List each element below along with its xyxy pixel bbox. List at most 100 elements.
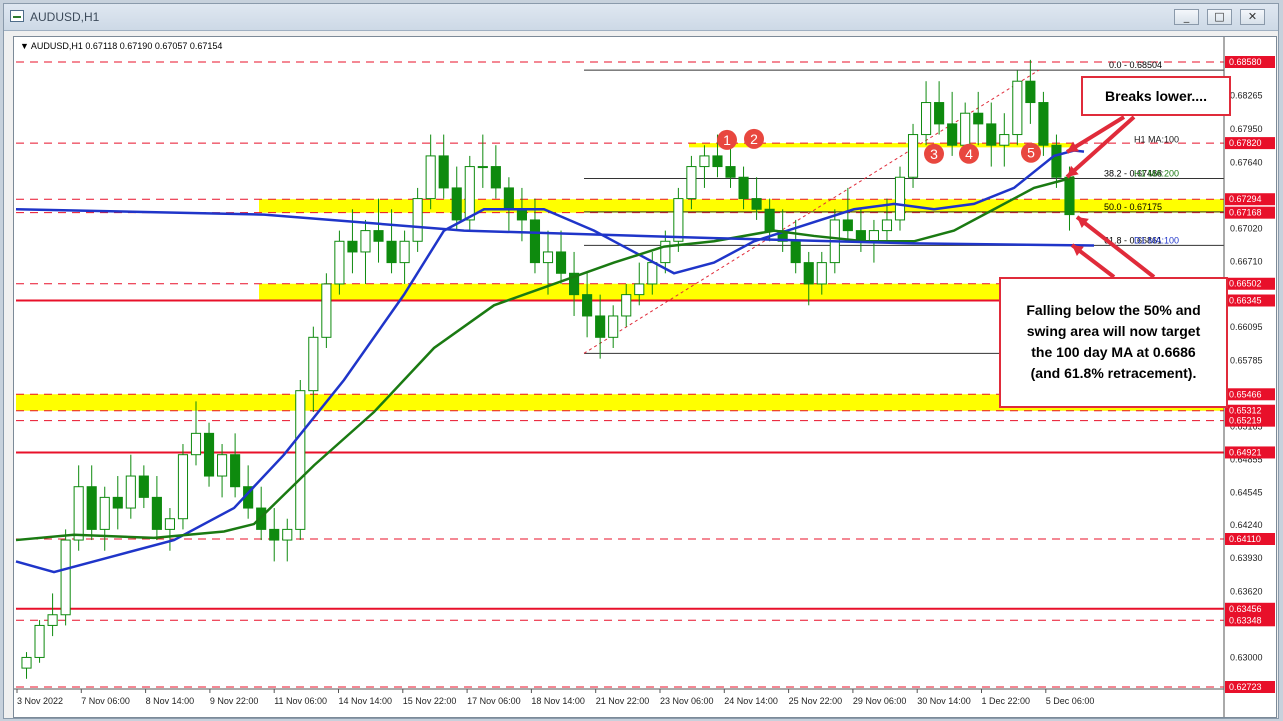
price-label-text: 0.62723 <box>1229 682 1262 692</box>
candle-body <box>738 176 749 200</box>
price-axis-tick: 0.64545 <box>1230 488 1263 498</box>
price-label-text: 0.67820 <box>1229 138 1262 148</box>
candle-body <box>503 187 514 210</box>
candle-body <box>203 432 215 477</box>
time-axis-label: 29 Nov 06:00 <box>853 696 907 706</box>
chart-area[interactable]: 0.0 - 0.68504 38.2 - 0.67488 50.0 - 0.6717… <box>13 36 1277 718</box>
candle-body <box>647 262 658 285</box>
candle-body <box>921 102 932 136</box>
candle-body <box>73 486 84 541</box>
price-axis-tick: 0.63620 <box>1230 586 1263 596</box>
time-axis-label: 15 Nov 22:00 <box>403 696 457 706</box>
candle-body <box>947 123 958 146</box>
candle-body <box>399 240 410 264</box>
maximize-button[interactable]: □ <box>1207 9 1232 25</box>
window-titlebar[interactable]: AUDUSD,H1 _ □ ✕ <box>4 4 1278 31</box>
candle-body <box>451 187 462 221</box>
callout-target: Falling below the 50% and swing area wil… <box>999 277 1228 408</box>
symbol-info: ▼ AUDUSD,H1 0.67118 0.67190 0.67057 0.67… <box>20 41 222 51</box>
price-label-text: 0.68580 <box>1229 57 1262 67</box>
candle-body <box>138 475 149 498</box>
price-label-text: 0.63456 <box>1229 604 1262 614</box>
minimize-button[interactable]: _ <box>1174 9 1199 25</box>
price-axis-tick: 0.66095 <box>1230 322 1263 332</box>
candle-body <box>1012 80 1023 136</box>
candle-body <box>1025 80 1036 104</box>
price-label-text: 0.66502 <box>1229 279 1262 289</box>
candle-body <box>112 496 123 509</box>
price-axis-tick: 0.66710 <box>1230 257 1263 267</box>
price-axis-tick: 0.68265 <box>1230 91 1263 101</box>
candle-body <box>803 262 814 285</box>
candle-body <box>477 166 488 169</box>
time-axis-label: 21 Nov 22:00 <box>596 696 650 706</box>
price-axis-tick: 0.67950 <box>1230 124 1263 134</box>
candle-body <box>751 198 762 210</box>
time-axis-label: 11 Nov 06:00 <box>274 696 327 706</box>
window-title: AUDUSD,H1 <box>30 10 100 24</box>
candle-body <box>464 166 475 221</box>
candle-body <box>608 315 619 338</box>
candle-body <box>907 134 919 178</box>
chart-window: AUDUSD,H1 _ □ ✕ 0.0 - 0.68504 38.2 - 0.67… <box>3 3 1279 719</box>
callout-line-2: swing area will now target <box>1026 323 1201 339</box>
candle-body <box>47 614 58 626</box>
candle-body <box>1051 144 1062 178</box>
price-label-text: 0.64110 <box>1229 534 1261 544</box>
time-axis-label: 23 Nov 06:00 <box>660 696 714 706</box>
time-axis-label: 24 Nov 14:00 <box>724 696 778 706</box>
callout-breaks-lower: Breaks lower.... <box>1081 76 1231 116</box>
candle-body <box>725 166 736 178</box>
price-axis-tick: 0.64240 <box>1230 520 1263 530</box>
candle-body <box>282 528 293 541</box>
candle-body <box>516 208 527 221</box>
marker-4-label: 4 <box>965 146 973 162</box>
price-label-text: 0.67294 <box>1229 194 1262 204</box>
candle-body <box>334 240 345 285</box>
ma-label: H1 MA:100 <box>1134 135 1179 145</box>
price-label-text: 0.67168 <box>1229 208 1262 218</box>
candle-body <box>269 528 280 541</box>
candle-body <box>438 155 449 189</box>
time-axis-label: 8 Nov 14:00 <box>146 696 195 706</box>
time-axis-label: 14 Nov 14:00 <box>339 696 393 706</box>
time-axis-label: 17 Nov 06:00 <box>467 696 521 706</box>
candle-body <box>934 102 945 125</box>
candle-body <box>542 251 554 264</box>
callout-line-1: Falling below the 50% and <box>1026 302 1201 318</box>
price-label-text: 0.65219 <box>1229 416 1262 426</box>
ma-label: H1 MA:200 <box>1134 169 1179 179</box>
candle-body <box>373 230 384 242</box>
candle-body <box>699 155 710 168</box>
candle-body <box>490 166 501 189</box>
candle-body <box>555 251 567 274</box>
callout-line-4: (and 61.8% retracement). <box>1030 365 1197 381</box>
close-button[interactable]: ✕ <box>1240 9 1265 25</box>
price-label-text: 0.65466 <box>1229 389 1262 399</box>
candle-body <box>529 219 541 264</box>
candle-body <box>868 230 879 242</box>
time-axis-label: 18 Nov 14:00 <box>531 696 585 706</box>
candle-body <box>21 656 32 669</box>
price-label-text: 0.65312 <box>1229 406 1262 416</box>
candle-body <box>99 496 110 530</box>
time-axis-label: 25 Nov 22:00 <box>789 696 843 706</box>
candle-body <box>86 486 97 530</box>
ma-h1-200-line <box>15 176 1075 542</box>
candle-body <box>660 240 671 264</box>
price-axis-tick: 0.65785 <box>1230 355 1263 365</box>
time-axis-label: 1 Dec 22:00 <box>982 696 1031 706</box>
price-label-text: 0.66345 <box>1229 295 1262 305</box>
price-label-text: 0.63348 <box>1229 615 1262 625</box>
candle-body <box>595 315 606 338</box>
marker-5-label: 5 <box>1027 145 1035 161</box>
candle-body <box>151 496 162 530</box>
candle-body <box>217 454 228 477</box>
candle-body <box>634 283 645 296</box>
candle-body <box>582 294 593 317</box>
candle-body <box>386 240 397 264</box>
callout-breaks-lower-text: Breaks lower.... <box>1105 88 1207 104</box>
price-axis-tick: 0.63930 <box>1230 553 1263 563</box>
candle-body <box>295 390 306 530</box>
price-axis-tick: 0.67640 <box>1230 157 1263 167</box>
